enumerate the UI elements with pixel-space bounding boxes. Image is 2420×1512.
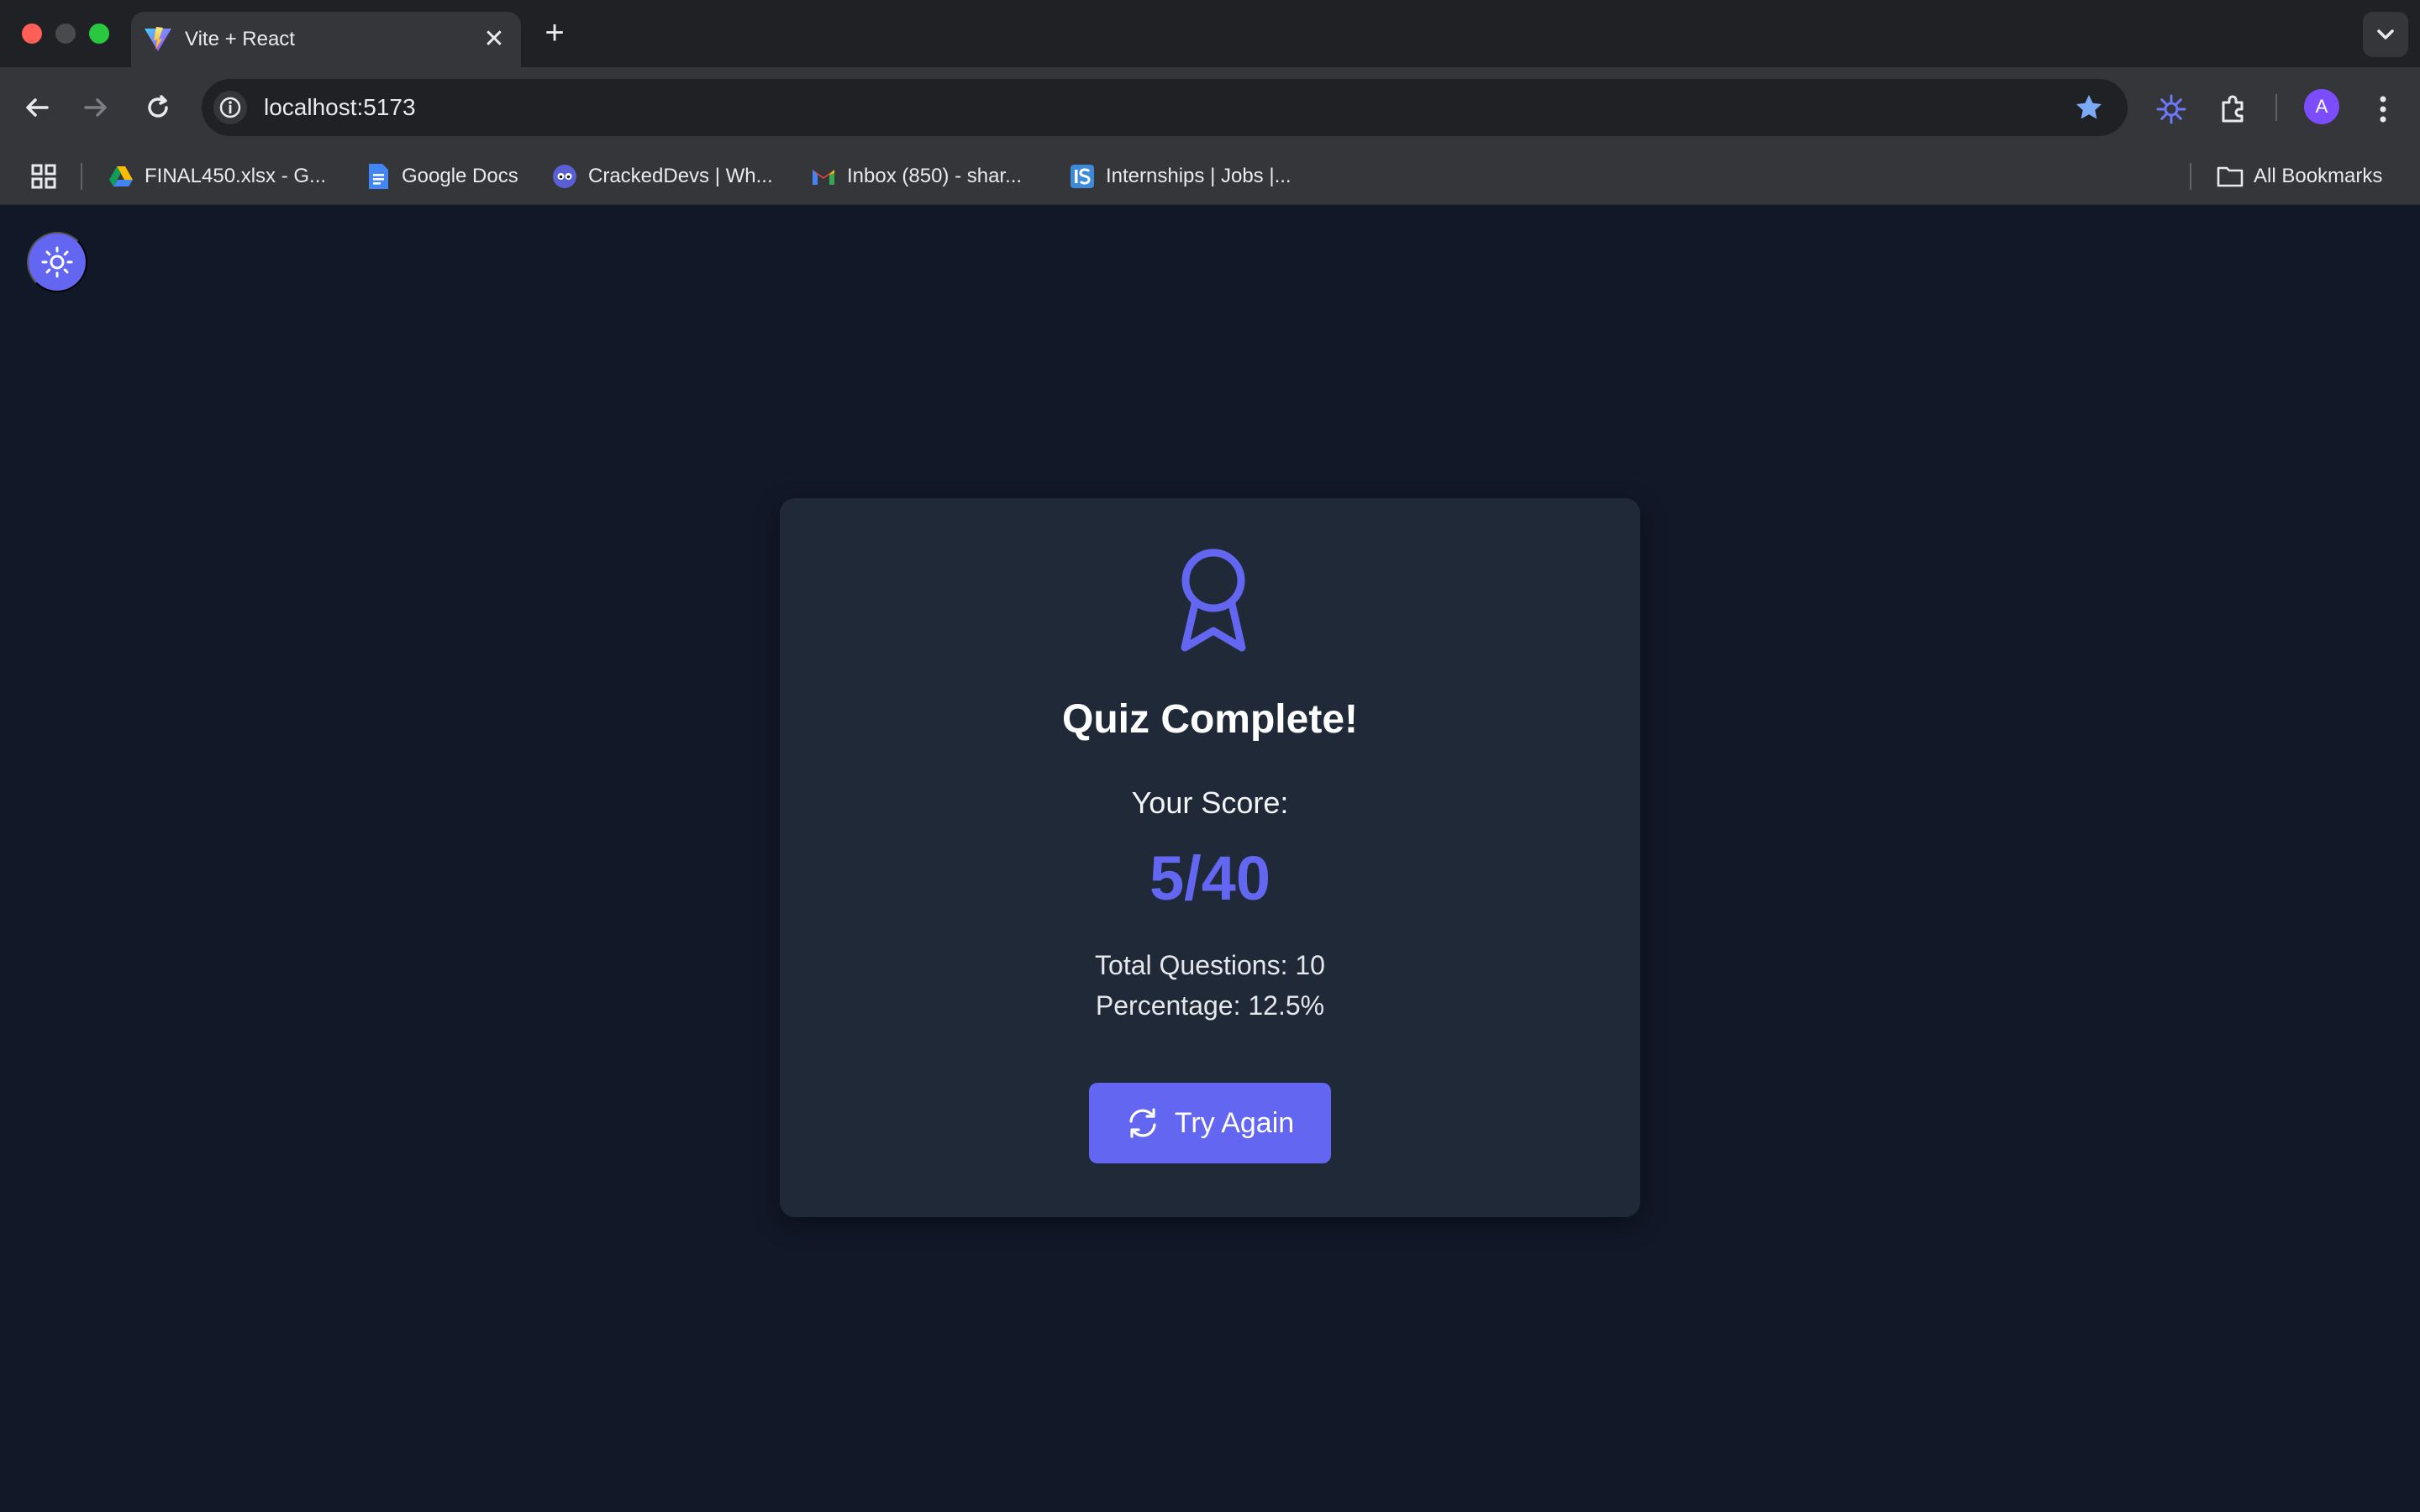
- window-maximize-button[interactable]: [89, 24, 109, 44]
- gmail-icon: [810, 163, 837, 190]
- extension-puzzle-colored-icon[interactable]: [2154, 92, 2188, 126]
- url-text: localhost:5173: [264, 94, 416, 120]
- browser-tab-active[interactable]: Vite + React ✕: [131, 12, 521, 67]
- chevron-down-icon: [2377, 29, 2394, 39]
- refresh-icon: [1129, 1108, 1156, 1138]
- tab-close-icon[interactable]: ✕: [479, 24, 509, 55]
- theme-toggle-button[interactable]: [27, 232, 87, 292]
- bookmark-item[interactable]: CrackedDevs | Wh...: [551, 148, 773, 205]
- vite-logo-icon: [145, 27, 171, 51]
- site-info-icon[interactable]: [213, 91, 247, 124]
- bookmark-label: Internships | Jobs |...: [1106, 165, 1292, 187]
- tab-title: Vite + React: [185, 28, 295, 50]
- google-docs-icon: [365, 163, 392, 190]
- more-vert-icon[interactable]: [2368, 92, 2398, 126]
- toolbar-divider: [2275, 94, 2277, 121]
- bookmark-label: FINAL450.xlsx - G...: [145, 165, 327, 187]
- bookmark-item[interactable]: Inbox (850) - shar...: [810, 148, 1022, 205]
- address-bar[interactable]: localhost:5173: [202, 79, 2128, 136]
- window-minimize-button[interactable]: [55, 24, 76, 44]
- reload-icon[interactable]: [139, 89, 176, 126]
- bookmark-label: Inbox (850) - shar...: [847, 165, 1023, 187]
- award-icon: [1181, 549, 1246, 652]
- crackeddevs-icon: [551, 163, 578, 190]
- bookmark-label: CrackedDevs | Wh...: [588, 165, 773, 187]
- extensions-icon[interactable]: [2217, 92, 2250, 126]
- new-tab-button[interactable]: +: [538, 16, 571, 50]
- tab-search-button[interactable]: [2363, 12, 2408, 57]
- profile-avatar[interactable]: A: [2304, 89, 2339, 124]
- back-arrow-icon[interactable]: [18, 89, 55, 126]
- quiz-complete-title: Quiz Complete!: [1061, 697, 1358, 742]
- score-value: 5/40: [1149, 843, 1271, 913]
- bookmark-item[interactable]: Internships | Jobs |...: [1069, 148, 1292, 205]
- bookmarks-divider: [81, 163, 82, 190]
- app-page: Quiz Complete! Your Score: 5/40 Total Qu…: [0, 205, 2420, 1512]
- bookmark-item[interactable]: FINAL450.xlsx - G...: [108, 148, 326, 205]
- percentage-text: Percentage: 12.5%: [1095, 990, 1325, 1021]
- apps-grid-icon[interactable]: [29, 161, 59, 192]
- sun-icon: [41, 246, 73, 278]
- bookmark-star-icon[interactable]: [2074, 92, 2104, 123]
- score-label: Your Score:: [1131, 785, 1289, 820]
- browser-toolbar: localhost:5173 A: [0, 67, 2420, 148]
- google-drive-icon: [108, 163, 134, 190]
- browser-tab-strip: Vite + React ✕ +: [0, 0, 2420, 67]
- internships-logo-icon: [1069, 163, 1096, 190]
- bookmarks-divider: [2190, 163, 2191, 190]
- all-bookmarks-label: All Bookmarks: [2254, 165, 2383, 187]
- try-again-label: Try Again: [1174, 1106, 1295, 1139]
- window-close-button[interactable]: [22, 24, 42, 44]
- forward-arrow-icon[interactable]: [77, 89, 114, 126]
- folder-icon: [2217, 163, 2244, 190]
- total-questions-text: Total Questions: 10: [1095, 950, 1325, 980]
- all-bookmarks-button[interactable]: All Bookmarks: [2217, 148, 2382, 205]
- try-again-button[interactable]: Try Again: [1089, 1083, 1331, 1163]
- bookmark-item[interactable]: Google Docs: [365, 148, 518, 205]
- quiz-result-card: Quiz Complete! Your Score: 5/40 Total Qu…: [780, 498, 1640, 1217]
- bookmark-label: Google Docs: [402, 165, 518, 187]
- bookmarks-bar: FINAL450.xlsx - G... Google Docs Cracked…: [0, 148, 2420, 205]
